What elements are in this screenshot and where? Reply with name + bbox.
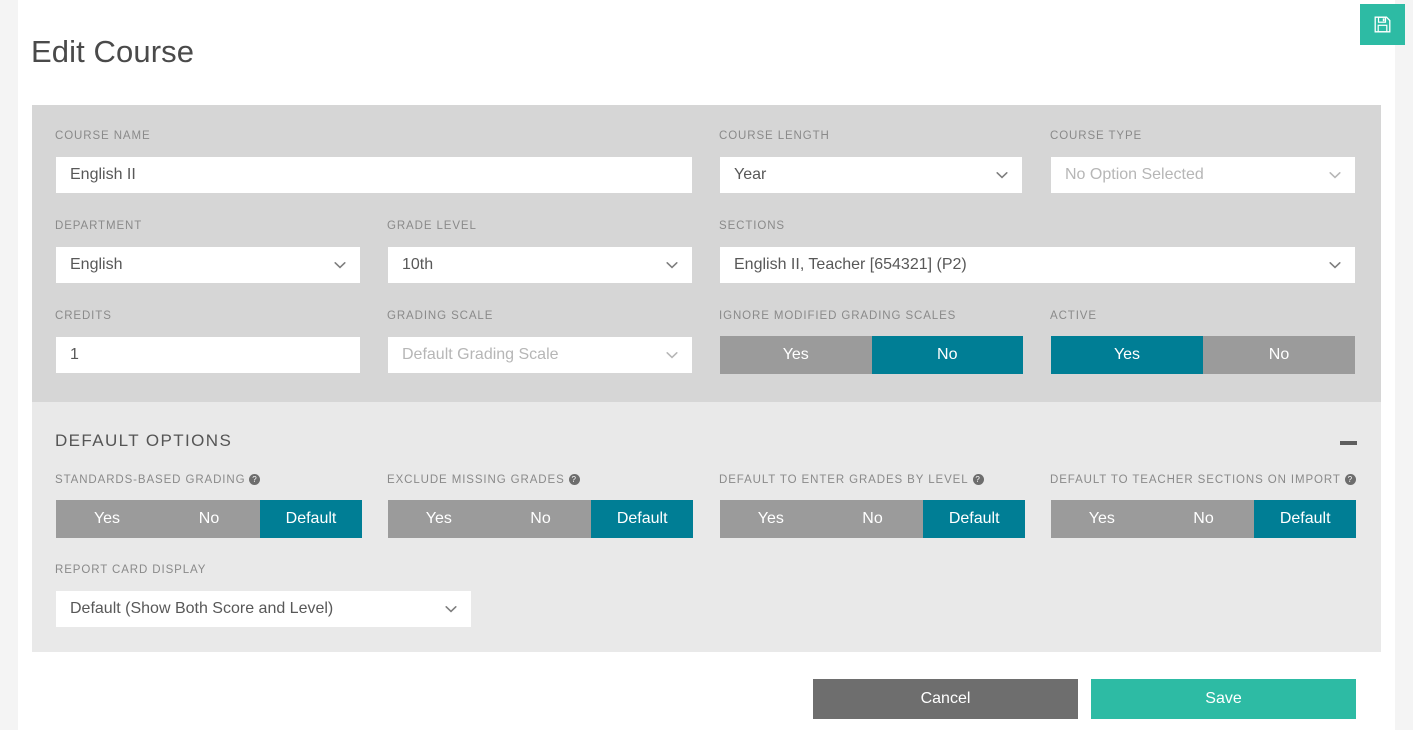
toggle-option-yes[interactable]: Yes bbox=[1051, 336, 1203, 374]
course-length-value: Year bbox=[734, 166, 994, 184]
chevron-down-icon bbox=[994, 167, 1010, 183]
default-options-title: DEFAULT OPTIONS bbox=[55, 431, 232, 451]
toggle-option-yes[interactable]: Yes bbox=[1051, 500, 1153, 538]
right-edge-strip bbox=[1395, 0, 1413, 730]
toggle-option-no[interactable]: No bbox=[872, 336, 1024, 374]
help-icon[interactable]: ? bbox=[1345, 474, 1356, 485]
credits-label: CREDITS bbox=[55, 310, 112, 322]
page-title: Edit Course bbox=[31, 34, 194, 70]
chevron-down-icon bbox=[1327, 167, 1343, 183]
active-toggle[interactable]: Yes No bbox=[1051, 336, 1355, 374]
toggle-option-default[interactable]: Default bbox=[1254, 500, 1356, 538]
chevron-down-icon bbox=[443, 601, 459, 617]
grading-scale-value: Default Grading Scale bbox=[402, 346, 664, 364]
toggle-option-default[interactable]: Default bbox=[260, 500, 362, 538]
toggle-option-no[interactable]: No bbox=[490, 500, 592, 538]
standards-based-grading-toggle[interactable]: Yes No Default bbox=[56, 500, 362, 538]
course-type-select[interactable]: No Option Selected bbox=[1051, 157, 1355, 193]
ignore-modified-grading-scales-toggle[interactable]: Yes No bbox=[720, 336, 1023, 374]
chevron-down-icon bbox=[664, 257, 680, 273]
chevron-down-icon bbox=[332, 257, 348, 273]
toggle-option-default[interactable]: Default bbox=[591, 500, 693, 538]
ignore-modified-grading-scales-label: IGNORE MODIFIED GRADING SCALES bbox=[719, 310, 956, 322]
course-name-label: COURSE NAME bbox=[55, 130, 151, 142]
toggle-option-yes[interactable]: Yes bbox=[720, 500, 822, 538]
default-to-teacher-sections-on-import-toggle[interactable]: Yes No Default bbox=[1051, 500, 1356, 538]
grading-scale-select[interactable]: Default Grading Scale bbox=[388, 337, 692, 373]
default-to-enter-grades-by-level-label: DEFAULT TO ENTER GRADES BY LEVEL? bbox=[719, 474, 984, 486]
department-value: English bbox=[70, 256, 332, 274]
report-card-display-select[interactable]: Default (Show Both Score and Level) bbox=[56, 591, 471, 627]
cancel-button[interactable]: Cancel bbox=[813, 679, 1078, 719]
label-text: DEFAULT TO TEACHER SECTIONS ON IMPORT bbox=[1050, 474, 1341, 486]
toggle-option-default[interactable]: Default bbox=[923, 500, 1025, 538]
default-to-enter-grades-by-level-toggle[interactable]: Yes No Default bbox=[720, 500, 1025, 538]
course-type-value: No Option Selected bbox=[1065, 166, 1327, 184]
grade-level-value: 10th bbox=[402, 256, 664, 274]
toggle-option-yes[interactable]: Yes bbox=[56, 500, 158, 538]
edit-course-page: Edit Course COURSE NAME COURSE LENGTH Ye… bbox=[0, 0, 1413, 730]
course-type-label: COURSE TYPE bbox=[1050, 130, 1142, 142]
save-icon-button[interactable] bbox=[1360, 4, 1405, 45]
sections-value: English II, Teacher [654321] (P2) bbox=[734, 256, 1327, 274]
department-label: DEPARTMENT bbox=[55, 220, 142, 232]
sections-label: SECTIONS bbox=[719, 220, 785, 232]
exclude-missing-grades-toggle[interactable]: Yes No Default bbox=[388, 500, 693, 538]
standards-based-grading-label: STANDARDS-BASED GRADING? bbox=[55, 474, 260, 486]
exclude-missing-grades-label: EXCLUDE MISSING GRADES? bbox=[387, 474, 580, 486]
credits-input[interactable] bbox=[56, 337, 360, 373]
active-label: ACTIVE bbox=[1050, 310, 1097, 322]
label-text: DEFAULT TO ENTER GRADES BY LEVEL bbox=[719, 474, 969, 486]
toggle-option-yes[interactable]: Yes bbox=[720, 336, 872, 374]
grade-level-label: GRADE LEVEL bbox=[387, 220, 477, 232]
report-card-display-label: REPORT CARD DISPLAY bbox=[55, 564, 206, 576]
toggle-option-yes[interactable]: Yes bbox=[388, 500, 490, 538]
course-length-label: COURSE LENGTH bbox=[719, 130, 830, 142]
help-icon[interactable]: ? bbox=[569, 474, 580, 485]
label-text: EXCLUDE MISSING GRADES bbox=[387, 474, 565, 486]
course-name-input[interactable] bbox=[56, 157, 692, 193]
help-icon[interactable]: ? bbox=[973, 474, 984, 485]
default-to-teacher-sections-on-import-label: DEFAULT TO TEACHER SECTIONS ON IMPORT? bbox=[1050, 474, 1356, 486]
label-text: STANDARDS-BASED GRADING bbox=[55, 474, 245, 486]
chevron-down-icon bbox=[1327, 257, 1343, 273]
department-select[interactable]: English bbox=[56, 247, 360, 283]
report-card-display-value: Default (Show Both Score and Level) bbox=[70, 600, 443, 618]
help-icon[interactable]: ? bbox=[249, 474, 260, 485]
minus-icon bbox=[1340, 441, 1357, 445]
toggle-option-no[interactable]: No bbox=[158, 500, 260, 538]
collapse-section-button[interactable] bbox=[1338, 434, 1360, 452]
grading-scale-label: GRADING SCALE bbox=[387, 310, 493, 322]
toggle-option-no[interactable]: No bbox=[822, 500, 924, 538]
chevron-down-icon bbox=[664, 347, 680, 363]
grade-level-select[interactable]: 10th bbox=[388, 247, 692, 283]
toggle-option-no[interactable]: No bbox=[1203, 336, 1355, 374]
save-button[interactable]: Save bbox=[1091, 679, 1356, 719]
course-length-select[interactable]: Year bbox=[720, 157, 1022, 193]
floppy-disk-icon bbox=[1374, 16, 1391, 33]
sections-select[interactable]: English II, Teacher [654321] (P2) bbox=[720, 247, 1355, 283]
toggle-option-no[interactable]: No bbox=[1153, 500, 1255, 538]
